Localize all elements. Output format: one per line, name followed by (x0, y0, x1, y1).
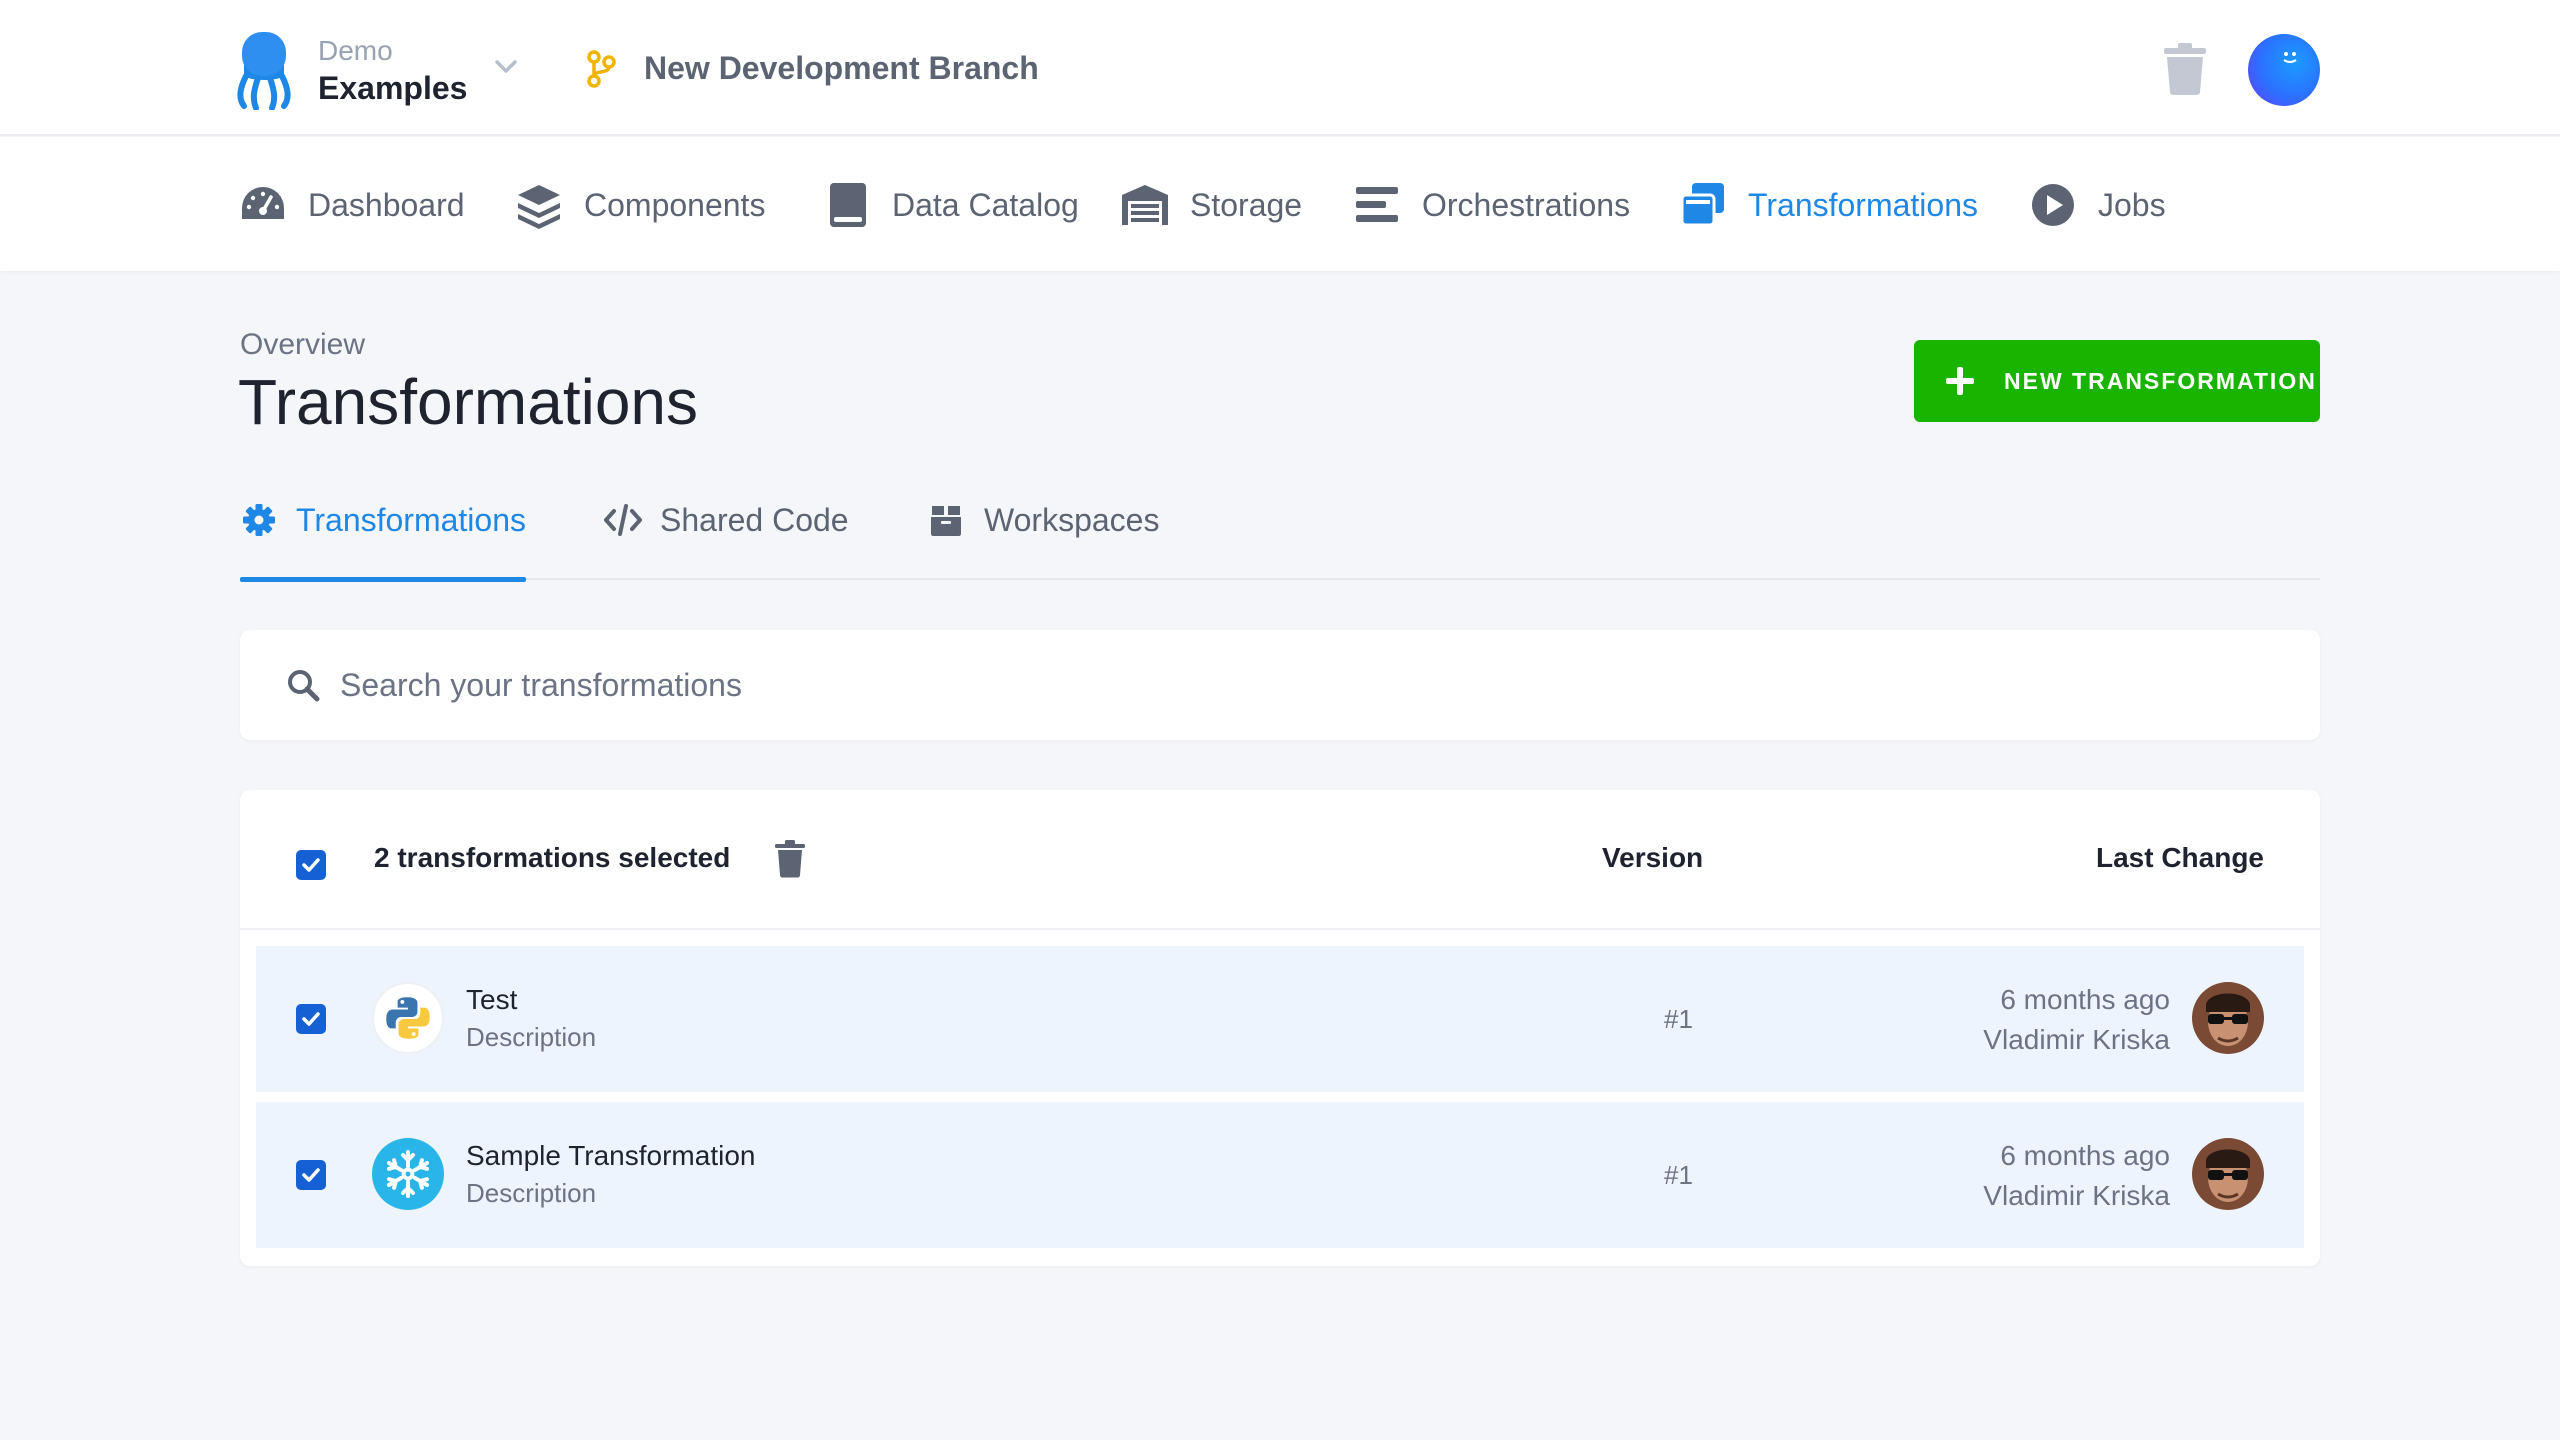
windows-icon (1678, 181, 1728, 229)
branch-name[interactable]: New Development Branch (644, 48, 1039, 88)
nav-item-data-catalog[interactable]: Data Catalog (822, 181, 1079, 229)
row-description: Description (466, 1020, 596, 1054)
nav-label-components: Components (584, 181, 765, 229)
tab-label-transformations: Transformations (296, 500, 526, 540)
nav-label-jobs: Jobs (2098, 181, 2166, 229)
row-version: #1 (1664, 1002, 1693, 1036)
new-transformation-label: NEW TRANSFORMATION (2004, 368, 2317, 395)
layers-icon (514, 181, 564, 229)
column-last-change[interactable]: Last Change (2096, 840, 2264, 876)
main-nav: Dashboard Components Data Catalog Storag… (0, 137, 2560, 271)
checkmark-icon (300, 1164, 322, 1186)
code-icon (604, 502, 642, 538)
row-title[interactable]: Sample Transformation (466, 1138, 755, 1174)
box-icon (928, 502, 966, 538)
nav-label-storage: Storage (1190, 181, 1302, 229)
row-checkbox[interactable] (296, 1004, 326, 1034)
row-checkbox[interactable] (296, 1160, 326, 1190)
keboola-logo-icon[interactable] (236, 26, 292, 110)
play-circle-icon (2028, 181, 2078, 229)
avatar (2192, 982, 2264, 1054)
trash-icon[interactable] (2162, 42, 2208, 96)
nav-label-transformations: Transformations (1748, 181, 1978, 229)
table-row[interactable]: Test Description #1 6 months ago Vladimi… (256, 946, 2304, 1092)
row-changed-time: 6 months ago (2000, 982, 2170, 1018)
nav-item-storage[interactable]: Storage (1120, 181, 1302, 229)
checkmark-icon (300, 1008, 322, 1030)
branch-icon (586, 50, 616, 88)
tab-bar: Transformations Shared Code Workspaces (240, 496, 2320, 580)
selection-count: 2 transformations selected (374, 840, 730, 876)
row-changed-user: Vladimir Kriska (1983, 1178, 2170, 1214)
page-title: Transformations (238, 364, 698, 440)
nav-label-data-catalog: Data Catalog (892, 181, 1079, 229)
transformations-table: 2 transformations selected Version Last … (240, 790, 2320, 1266)
search-bar (240, 630, 2320, 740)
tab-label-workspaces: Workspaces (984, 500, 1159, 540)
table-header: 2 transformations selected Version Last … (240, 790, 2320, 930)
row-version: #1 (1664, 1158, 1693, 1192)
tab-workspaces[interactable]: Workspaces (928, 496, 1159, 580)
bars-icon (1352, 181, 1402, 229)
nav-item-orchestrations[interactable]: Orchestrations (1352, 181, 1630, 229)
user-avatar[interactable] (2248, 34, 2320, 106)
search-icon (286, 668, 320, 702)
new-transformation-button[interactable]: NEW TRANSFORMATION (1914, 340, 2320, 422)
tab-shared-code[interactable]: Shared Code (604, 496, 849, 580)
nav-item-transformations[interactable]: Transformations (1678, 181, 1978, 229)
nav-item-dashboard[interactable]: Dashboard (238, 181, 465, 229)
project-name: Examples (318, 68, 467, 108)
table-row[interactable]: Sample Transformation Description #1 6 m… (256, 1102, 2304, 1248)
breadcrumb[interactable]: Overview (240, 328, 365, 362)
tab-label-shared-code: Shared Code (660, 500, 849, 540)
row-description: Description (466, 1176, 596, 1210)
nav-item-components[interactable]: Components (514, 181, 765, 229)
book-icon (822, 181, 872, 229)
project-switcher[interactable]: Demo Examples (318, 34, 467, 108)
project-kind: Demo (318, 34, 467, 68)
delete-selected-icon[interactable] (774, 840, 806, 878)
column-version[interactable]: Version (1602, 840, 1703, 876)
plus-icon (1944, 365, 1976, 397)
chevron-down-icon[interactable] (492, 52, 520, 80)
snowflake-icon (372, 1138, 444, 1210)
row-changed-user: Vladimir Kriska (1983, 1022, 2170, 1058)
gear-icon (240, 502, 278, 538)
nav-label-orchestrations: Orchestrations (1422, 181, 1630, 229)
search-input[interactable] (340, 667, 2240, 704)
smile-icon (2248, 34, 2320, 106)
checkmark-icon (300, 854, 322, 876)
select-all-checkbox[interactable] (296, 850, 326, 880)
nav-item-jobs[interactable]: Jobs (2028, 181, 2166, 229)
row-changed-time: 6 months ago (2000, 1138, 2170, 1174)
top-bar: Demo Examples New Development Branch (0, 0, 2560, 136)
row-title[interactable]: Test (466, 982, 517, 1018)
tab-transformations[interactable]: Transformations (240, 496, 526, 580)
warehouse-icon (1120, 181, 1170, 229)
avatar (2192, 1138, 2264, 1210)
dashboard-icon (238, 181, 288, 229)
python-icon (372, 982, 444, 1054)
nav-label-dashboard: Dashboard (308, 181, 465, 229)
